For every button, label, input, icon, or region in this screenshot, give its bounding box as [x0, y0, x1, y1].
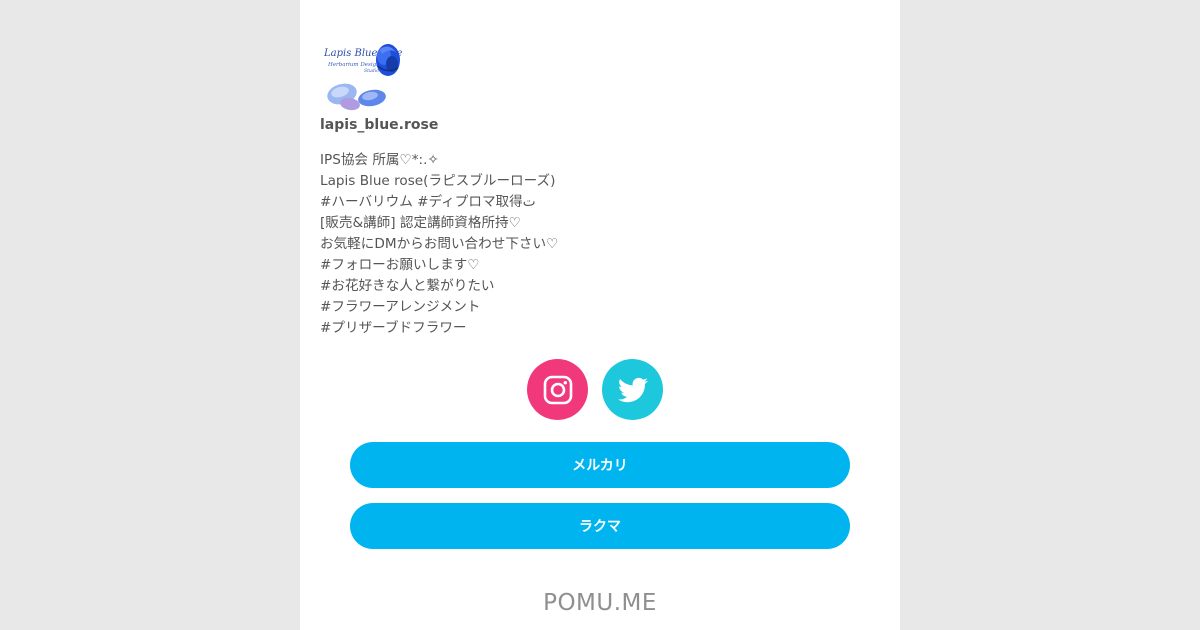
bio: IPS協会 所属♡*:.✧ Lapis Blue rose(ラピスブルーローズ)…	[320, 150, 880, 339]
bio-line: IPS協会 所属♡*:.✧	[320, 152, 439, 168]
avatar: Lapis Blue rose Herbarium Designer Studi…	[320, 38, 404, 114]
mercari-link-button[interactable]: メルカリ	[350, 442, 850, 488]
twitter-button[interactable]	[602, 359, 663, 420]
bio-line: #お花好きな人と繋がりたい	[320, 278, 495, 294]
bio-line: [販売&講師] 認定講師資格所持♡	[320, 215, 521, 231]
instagram-icon	[543, 375, 572, 404]
twitter-icon	[617, 377, 648, 402]
bio-line: #ハーバリウム #ディプロマ取得ت	[320, 194, 536, 210]
footer-logo[interactable]: POMU.ME	[300, 590, 900, 616]
rakuma-link-button[interactable]: ラクマ	[350, 503, 850, 549]
lapis-blue-rose-logo-icon: Lapis Blue rose Herbarium Designer Studi…	[323, 44, 403, 111]
bio-line: Lapis Blue rose(ラピスブルーローズ)	[320, 173, 556, 189]
bio-line: お気軽にDMからお問い合わせ下さい♡	[320, 236, 559, 252]
svg-text:Studio: Studio	[364, 68, 379, 74]
bio-line: #フォローお願いします♡	[320, 257, 480, 273]
bio-line: #フラワーアレンジメント	[320, 299, 481, 315]
bio-line: #プリザーブドフラワー	[320, 320, 467, 336]
profile-card: Lapis Blue rose Herbarium Designer Studi…	[300, 0, 900, 630]
instagram-button[interactable]	[527, 359, 588, 420]
username: lapis_blue.rose	[320, 117, 439, 133]
